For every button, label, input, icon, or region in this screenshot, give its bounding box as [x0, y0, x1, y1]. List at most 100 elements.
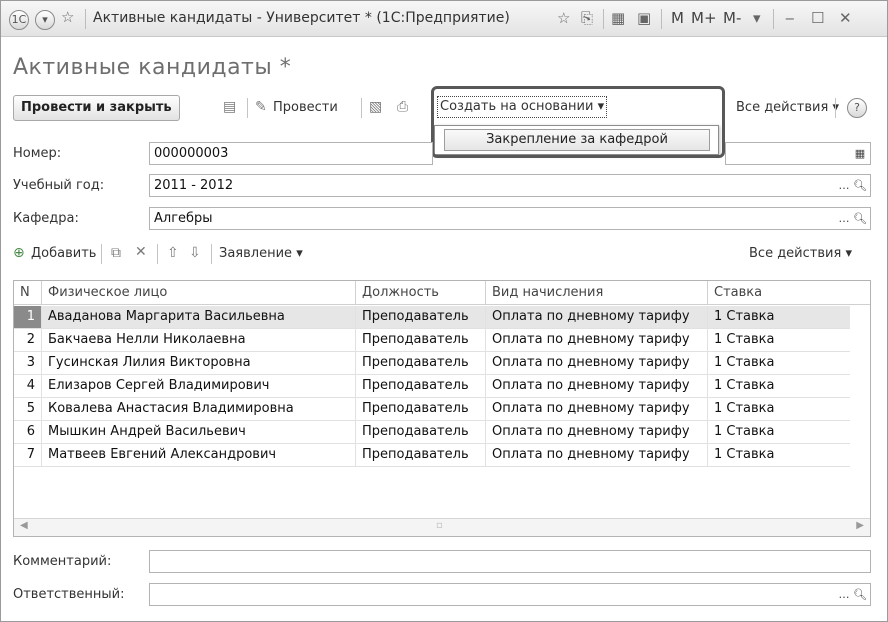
move-down-icon[interactable]: ⇩: [189, 245, 201, 261]
create-based-on-menu[interactable]: Создать на основании ▾: [437, 96, 608, 118]
department-field[interactable]: Алгебры: [149, 207, 871, 230]
column-header-accrual[interactable]: Вид начисления: [486, 281, 708, 305]
search-icon[interactable]: 🔍︎: [853, 177, 867, 194]
save-icon[interactable]: ▤: [223, 99, 236, 115]
person-cell[interactable]: Бакчаева Нелли Николаевна: [42, 329, 356, 351]
search-icon[interactable]: 🔍︎: [853, 586, 867, 603]
minimize-icon[interactable]: ‒: [785, 9, 795, 27]
menu-chevron-icon[interactable]: ▾: [35, 10, 55, 30]
accrual-cell[interactable]: Оплата по дневному тарифу: [486, 398, 708, 420]
accrual-cell[interactable]: Оплата по дневному тарифу: [486, 375, 708, 397]
column-header-person[interactable]: Физическое лицо: [42, 281, 356, 305]
comment-field[interactable]: [149, 550, 871, 573]
move-up-icon[interactable]: ⇧: [167, 245, 179, 261]
memory-button[interactable]: M: [671, 9, 684, 27]
post-and-close-button[interactable]: Провести и закрыть: [13, 95, 180, 121]
table-row[interactable]: 7 Матвеев Евгений Александрович Преподав…: [14, 444, 850, 467]
add-icon[interactable]: ⊕: [13, 245, 25, 261]
academic-year-field[interactable]: 2011 - 2012: [149, 174, 871, 197]
scroll-right-icon[interactable]: ▶: [856, 520, 864, 531]
calendar-icon[interactable]: ▦: [853, 145, 867, 162]
rate-cell[interactable]: 1 Ставка: [708, 329, 870, 351]
position-cell[interactable]: Преподаватель: [356, 421, 486, 443]
title-separator: [773, 9, 774, 29]
column-header-n[interactable]: N: [14, 281, 42, 305]
document-movements-icon[interactable]: ▧: [369, 99, 382, 115]
maximize-icon[interactable]: ☐: [811, 9, 824, 27]
table-all-actions-menu[interactable]: Все действия ▾: [749, 242, 852, 266]
person-cell[interactable]: Матвеев Евгений Александрович: [42, 444, 356, 466]
table-row[interactable]: 6 Мышкин Андрей Васильевич Преподаватель…: [14, 421, 850, 444]
date-field[interactable]: [725, 142, 871, 165]
print-icon[interactable]: ⎙: [397, 99, 408, 115]
responsible-label: Ответственный:: [13, 587, 125, 602]
horizontal-scrollbar[interactable]: ◀ ▫ ▶: [14, 518, 870, 536]
accrual-cell[interactable]: Оплата по дневному тарифу: [486, 329, 708, 351]
accrual-cell[interactable]: Оплата по дневному тарифу: [486, 352, 708, 374]
row-number: 2: [14, 329, 42, 351]
table-row[interactable]: 1 Аваданова Маргарита Васильевна Препода…: [14, 306, 850, 329]
rate-cell[interactable]: 1 Ставка: [708, 421, 870, 443]
table-row[interactable]: 3 Гусинская Лилия Викторовна Преподавате…: [14, 352, 850, 375]
bookmark-star-icon[interactable]: ☆: [557, 9, 570, 27]
create-based-on-dropdown: Закрепление за кафедрой: [434, 125, 719, 155]
row-number: 3: [14, 352, 42, 374]
title-bar: 1C ▾ ☆ Активные кандидаты - Университет …: [1, 1, 887, 37]
memory-plus-button[interactable]: M+: [691, 9, 717, 27]
application-menu[interactable]: Заявление ▾: [219, 242, 303, 266]
delete-icon[interactable]: ✕: [135, 244, 147, 260]
select-ellipsis-icon[interactable]: …: [837, 210, 851, 227]
accrual-cell[interactable]: Оплата по дневному тарифу: [486, 306, 708, 328]
post-document-icon[interactable]: ✎: [255, 99, 267, 115]
select-ellipsis-icon[interactable]: …: [837, 586, 851, 603]
rate-cell[interactable]: 1 Ставка: [708, 375, 870, 397]
accrual-cell[interactable]: Оплата по дневному тарифу: [486, 444, 708, 466]
table-row[interactable]: 4 Елизаров Сергей Владимирович Преподава…: [14, 375, 850, 398]
memory-minus-button[interactable]: M-: [723, 9, 741, 27]
table-row[interactable]: 5 Ковалева Анастасия Владимировна Препод…: [14, 398, 850, 421]
row-number: 4: [14, 375, 42, 397]
person-cell[interactable]: Мышкин Андрей Васильевич: [42, 421, 356, 443]
position-cell[interactable]: Преподаватель: [356, 444, 486, 466]
person-cell[interactable]: Гусинская Лилия Викторовна: [42, 352, 356, 374]
select-ellipsis-icon[interactable]: …: [837, 177, 851, 194]
position-cell[interactable]: Преподаватель: [356, 398, 486, 420]
row-number: 5: [14, 398, 42, 420]
scroll-left-icon[interactable]: ◀: [20, 520, 28, 531]
all-actions-menu[interactable]: Все действия ▾: [736, 96, 839, 120]
position-cell[interactable]: Преподаватель: [356, 375, 486, 397]
table-row[interactable]: 2 Бакчаева Нелли Николаевна Преподавател…: [14, 329, 850, 352]
person-cell[interactable]: Елизаров Сергей Владимирович: [42, 375, 356, 397]
app-logo-icon[interactable]: 1C: [9, 10, 29, 30]
person-cell[interactable]: Аваданова Маргарита Васильевна: [42, 306, 356, 328]
rate-cell[interactable]: 1 Ставка: [708, 444, 870, 466]
add-button[interactable]: Добавить: [31, 242, 96, 266]
responsible-field[interactable]: [149, 583, 871, 606]
calculator-icon[interactable]: ▦: [611, 9, 625, 27]
candidates-table[interactable]: N Физическое лицо Должность Вид начислен…: [13, 280, 871, 537]
close-icon[interactable]: ✕: [839, 9, 852, 27]
copy-icon[interactable]: ⧉: [111, 245, 121, 261]
person-cell[interactable]: Ковалева Анастасия Владимировна: [42, 398, 356, 420]
accrual-cell[interactable]: Оплата по дневному тарифу: [486, 421, 708, 443]
position-cell[interactable]: Преподаватель: [356, 329, 486, 351]
scroll-thumb-icon[interactable]: ▫: [436, 520, 443, 531]
toolbar-separator: [361, 98, 362, 118]
link-icon[interactable]: ⎘: [581, 9, 593, 27]
position-cell[interactable]: Преподаватель: [356, 352, 486, 374]
calendar-icon[interactable]: ▣: [637, 9, 651, 27]
number-field[interactable]: 000000003: [149, 142, 433, 165]
dropdown-item-assign-department[interactable]: Закрепление за кафедрой: [444, 129, 710, 151]
position-cell[interactable]: Преподаватель: [356, 306, 486, 328]
help-button[interactable]: ?: [847, 98, 867, 118]
rate-cell[interactable]: 1 Ставка: [708, 306, 870, 328]
chevron-down-icon[interactable]: ▾: [753, 9, 761, 27]
rate-cell[interactable]: 1 Ставка: [708, 398, 870, 420]
column-header-rate[interactable]: Ставка: [708, 281, 870, 305]
page-title: Активные кандидаты *: [13, 55, 292, 80]
favorite-star-icon[interactable]: ☆: [61, 8, 74, 26]
column-header-position[interactable]: Должность: [356, 281, 486, 305]
search-icon[interactable]: 🔍︎: [853, 210, 867, 227]
rate-cell[interactable]: 1 Ставка: [708, 352, 870, 374]
post-button[interactable]: Провести: [273, 96, 338, 120]
